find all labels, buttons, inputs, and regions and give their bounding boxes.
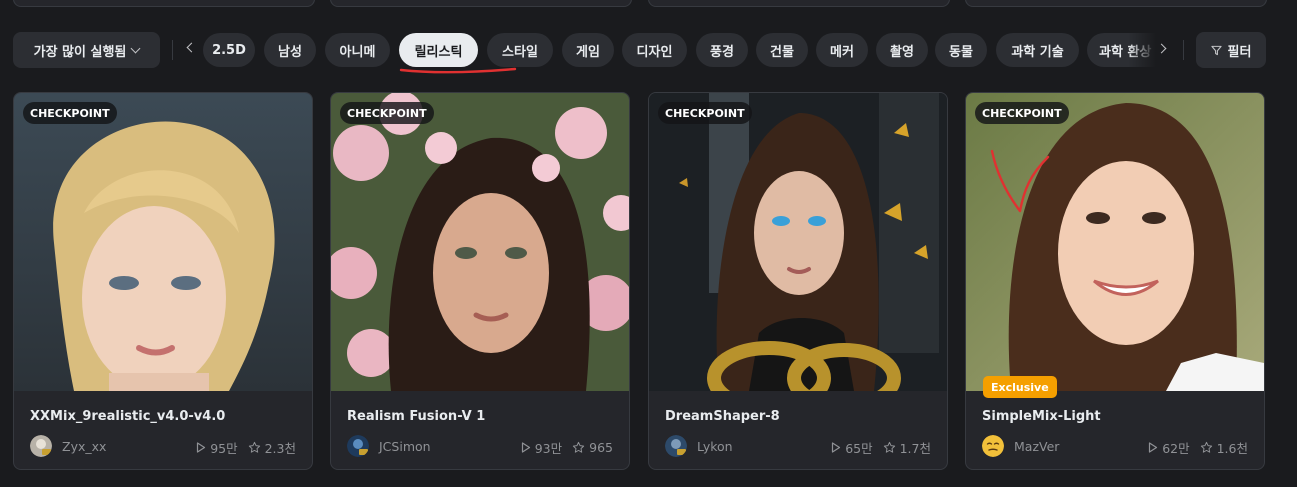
model-preview-image xyxy=(966,93,1264,391)
tag-male[interactable]: 남성 xyxy=(264,33,316,67)
model-card[interactable]: CHECKPOINT Exclusive SimpleMix-Light Maz… xyxy=(965,92,1265,470)
tag-realistic[interactable]: 릴리스틱 xyxy=(399,33,478,67)
model-stats: 93만 965 xyxy=(521,438,613,457)
model-type-badge: CHECKPOINT xyxy=(975,102,1069,124)
avatar[interactable] xyxy=(665,435,687,457)
chevron-left-icon[interactable] xyxy=(186,42,197,53)
previous-card-edge xyxy=(965,0,1267,7)
model-stats: 95만 2.3천 xyxy=(196,438,296,457)
creator-name[interactable]: JCSimon xyxy=(379,439,431,454)
annotation-underline xyxy=(399,67,517,74)
tag-2-5d[interactable]: 2.5D xyxy=(203,33,255,67)
avatar[interactable] xyxy=(347,435,369,457)
star-count: 1.7천 xyxy=(883,438,931,457)
filter-bar: 가장 많이 실행됨 2.5D 남성 아니메 릴리스틱 스타일 게임 디자인 풍경… xyxy=(13,32,1283,69)
play-icon xyxy=(832,442,841,453)
play-icon xyxy=(1149,442,1158,453)
run-count: 65만 xyxy=(831,438,873,457)
divider xyxy=(172,40,173,60)
model-card[interactable]: CHECKPOINT Realism Fusion-V 1 JCSimon 93… xyxy=(330,92,630,470)
funnel-icon xyxy=(1210,45,1222,55)
model-stats: 65만 1.7천 xyxy=(831,438,931,457)
exclusive-badge: Exclusive xyxy=(983,376,1057,398)
play-icon xyxy=(521,442,530,453)
sort-dropdown[interactable]: 가장 많이 실행됨 xyxy=(13,32,160,68)
model-preview-image xyxy=(14,93,312,391)
star-icon xyxy=(248,441,260,453)
model-preview-image xyxy=(331,93,629,391)
play-icon xyxy=(197,442,206,453)
model-card[interactable]: CHECKPOINT XXMix_9realistic_v4.0-v4.0 Zy… xyxy=(13,92,313,470)
run-count: 93만 xyxy=(521,438,562,457)
tag-photography[interactable]: 촬영 xyxy=(876,33,928,67)
previous-row-cards xyxy=(0,0,1297,8)
star-count: 965 xyxy=(572,440,613,455)
avatar[interactable] xyxy=(982,435,1004,457)
run-count: 62만 xyxy=(1148,438,1190,457)
tag-list: 2.5D 남성 아니메 릴리스틱 스타일 게임 디자인 풍경 건물 메커 촬영 … xyxy=(203,33,1168,69)
tag-animal[interactable]: 동물 xyxy=(935,33,987,67)
model-card[interactable]: CHECKPOINT DreamShaper-8 Lykon 65만 1.7천 xyxy=(648,92,948,470)
model-preview-image xyxy=(649,93,947,391)
star-icon xyxy=(883,441,895,453)
model-type-badge: CHECKPOINT xyxy=(658,102,752,124)
sort-label: 가장 많이 실행됨 xyxy=(33,44,127,60)
filter-label: 필터 xyxy=(1227,44,1252,60)
tag-style[interactable]: 스타일 xyxy=(487,33,553,67)
previous-card-edge xyxy=(13,0,315,7)
star-icon xyxy=(1200,441,1212,453)
star-count: 2.3천 xyxy=(248,438,296,457)
tag-landscape[interactable]: 풍경 xyxy=(696,33,748,67)
tag-anime[interactable]: 아니메 xyxy=(325,33,390,67)
creator-name[interactable]: Lykon xyxy=(697,439,733,454)
tag-design[interactable]: 디자인 xyxy=(622,33,687,67)
tag-game[interactable]: 게임 xyxy=(562,33,614,67)
previous-card-edge xyxy=(648,0,950,7)
annotation-mark xyxy=(990,149,1050,213)
model-title[interactable]: Realism Fusion-V 1 xyxy=(347,409,485,424)
filter-button[interactable]: 필터 xyxy=(1196,32,1266,68)
tag-mecha[interactable]: 메커 xyxy=(816,33,868,67)
star-count: 1.6천 xyxy=(1200,438,1248,457)
star-icon xyxy=(573,441,585,453)
model-type-badge: CHECKPOINT xyxy=(23,102,117,124)
chevron-down-icon xyxy=(130,43,141,53)
avatar[interactable] xyxy=(30,435,52,457)
run-count: 95만 xyxy=(196,438,238,457)
tag-technology[interactable]: 과학 기술 xyxy=(996,33,1079,67)
model-title[interactable]: XXMix_9realistic_v4.0-v4.0 xyxy=(30,409,225,424)
divider xyxy=(1183,40,1184,60)
model-type-badge: CHECKPOINT xyxy=(340,102,434,124)
creator-name[interactable]: MazVer xyxy=(1014,439,1059,454)
model-stats: 62만 1.6천 xyxy=(1148,438,1248,457)
model-title[interactable]: SimpleMix-Light xyxy=(982,409,1101,424)
creator-name[interactable]: Zyx_xx xyxy=(62,439,106,454)
previous-card-edge xyxy=(330,0,632,7)
tag-building[interactable]: 건물 xyxy=(756,33,808,67)
model-title[interactable]: DreamShaper-8 xyxy=(665,409,780,424)
